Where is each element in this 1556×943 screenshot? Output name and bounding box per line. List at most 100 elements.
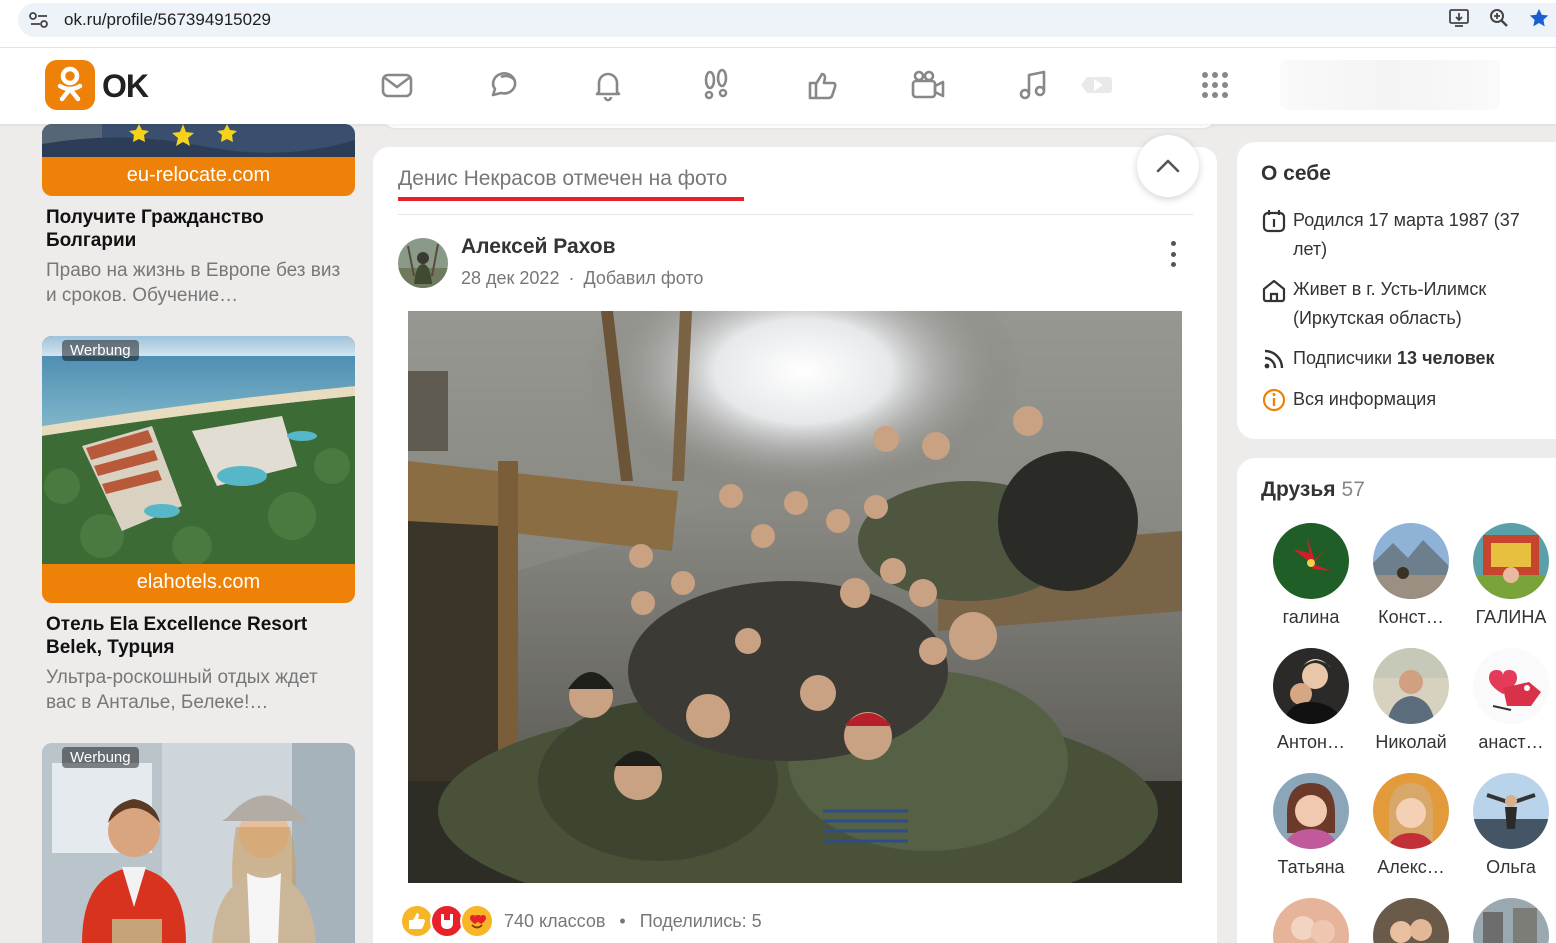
friend-avatar[interactable] [1373,773,1449,849]
post-date[interactable]: 28 дек 2022 [461,268,559,288]
info-icon [1261,387,1287,413]
friend-name[interactable]: ГАЛИНА [1461,607,1556,628]
friend-name[interactable]: Николай [1361,732,1461,753]
tab-active-underline [398,197,744,201]
separator-dot: • [619,910,626,931]
friend-avatar[interactable] [1273,523,1349,599]
friend-item[interactable] [1461,898,1556,943]
about-all-info[interactable]: Вся информация [1261,385,1551,414]
site-info-icon[interactable] [28,10,50,30]
author-name[interactable]: Алексей Рахов [461,235,616,259]
shares-count[interactable]: Поделились: 5 [640,911,762,932]
followers-label: Подписчики [1293,348,1393,368]
friend-item[interactable]: Антон… [1261,648,1361,753]
friend-item[interactable]: галина [1261,523,1361,628]
friend-name[interactable]: Ольга [1461,857,1556,878]
post-photo[interactable] [408,311,1182,883]
music-icon[interactable] [1014,66,1052,104]
ad-title[interactable]: Отель Ela Excellence Resort Belek, Турци… [46,613,351,659]
friend-item[interactable]: ГАЛИНА [1461,523,1556,628]
about-card: О себе Родился 17 марта 1987 (37 лет) Жи… [1237,142,1556,439]
ad-card-relocate[interactable]: eu-relocate.com Получите Гражданство Бол… [42,124,355,308]
ad-title[interactable]: Получите Гражданство Болгарии [46,206,351,252]
ad-image-eu-flag[interactable] [42,124,355,157]
discussions-icon[interactable] [484,66,522,104]
friend-avatar[interactable] [1273,773,1349,849]
post-action: Добавил фото [583,268,704,288]
bookmark-star-icon[interactable] [1527,6,1551,30]
ad-card-delivery[interactable]: Werbung [42,743,355,943]
site-header: OK [0,48,1556,124]
friend-item[interactable]: Ольга [1461,773,1556,878]
ad-card-ela-hotel[interactable]: Werbung elahotels.com Отель Ela Excellen… [42,336,355,715]
friend-name[interactable]: Татьяна [1261,857,1361,878]
followers-value: 13 человек [1397,348,1495,368]
friend-name[interactable]: галина [1261,607,1361,628]
meta-separator: · [568,268,575,288]
ad-domain[interactable]: elahotels.com [42,564,355,603]
friend-avatar[interactable] [1273,898,1349,943]
collapse-button[interactable] [1137,135,1199,197]
friends-label: Друзья [1261,478,1336,501]
all-info-link[interactable]: Вся информация [1293,385,1436,414]
install-app-icon[interactable] [1447,6,1471,30]
calendar-icon [1261,208,1287,234]
friend-item[interactable]: Татьяна [1261,773,1361,878]
rock-reaction-icon [430,904,464,938]
friend-item[interactable]: Алекс… [1361,773,1461,878]
home-icon [1261,277,1287,303]
location-text: Живет в г. Усть-Илимск (Иркутская област… [1293,279,1487,328]
followers-text[interactable]: Подписчики 13 человек [1293,344,1495,373]
klass-count[interactable]: 740 классов [504,911,605,932]
ad-image-couple[interactable]: Werbung [42,743,355,943]
reactions-bar[interactable]: 740 классов • Поделились: 5 [400,903,762,939]
ad-column: eu-relocate.com Получите Гражданство Бол… [42,124,355,943]
post-menu-button[interactable] [1165,241,1181,267]
friend-item[interactable]: Конст… [1361,523,1461,628]
browser-toolbar: ok.ru/profile/567394915029 [0,0,1556,48]
events-icon[interactable] [804,66,842,104]
rss-icon [1261,346,1287,372]
ad-domain[interactable]: eu-relocate.com [42,157,355,196]
about-followers[interactable]: Подписчики 13 человек [1261,344,1551,373]
author-avatar[interactable] [398,238,448,288]
tagged-in-photo-title[interactable]: Денис Некрасов отмечен на фото [398,167,727,191]
ok-logo-icon[interactable] [45,60,95,110]
post-meta: 28 дек 2022 · Добавил фото [461,268,703,289]
friend-name[interactable]: Антон… [1261,732,1361,753]
about-title: О себе [1261,162,1331,185]
ad-badge: Werbung [62,747,139,768]
zoom-icon[interactable] [1487,6,1511,30]
friend-avatar[interactable] [1473,648,1549,724]
ad-badge: Werbung [62,340,139,361]
ad-description[interactable]: Право на жизнь в Европе без виз и сроков… [46,258,351,308]
messages-icon[interactable] [378,66,416,104]
friend-avatar[interactable] [1273,648,1349,724]
friend-item[interactable]: Николай [1361,648,1461,753]
friend-avatar[interactable] [1473,523,1549,599]
friend-avatar[interactable] [1373,523,1449,599]
video-play-icon[interactable] [1078,66,1116,104]
more-apps-icon[interactable] [1196,66,1234,104]
friend-avatar[interactable] [1373,898,1449,943]
friend-avatar[interactable] [1473,773,1549,849]
friend-avatar[interactable] [1473,898,1549,943]
address-bar[interactable]: ok.ru/profile/567394915029 [18,3,1556,37]
user-menu-blurred[interactable] [1280,60,1500,110]
video-icon[interactable] [909,66,947,104]
friend-item[interactable] [1261,898,1361,943]
ad-description[interactable]: Ультра-роскошный отдых ждет вас в Анталь… [46,665,351,715]
friend-name[interactable]: Алекс… [1361,857,1461,878]
brand-name[interactable]: OK [102,68,149,105]
notifications-icon[interactable] [589,66,627,104]
friend-item[interactable] [1361,898,1461,943]
friend-name[interactable]: Конст… [1361,607,1461,628]
friend-avatar[interactable] [1373,648,1449,724]
friends-title[interactable]: Друзья 57 [1261,478,1365,502]
ad-image-resort[interactable]: Werbung [42,336,355,564]
guests-icon[interactable] [697,66,735,104]
friends-count: 57 [1341,478,1365,501]
url-text[interactable]: ok.ru/profile/567394915029 [64,10,271,30]
friend-item[interactable]: анаст… [1461,648,1556,753]
friend-name[interactable]: анаст… [1461,732,1556,753]
